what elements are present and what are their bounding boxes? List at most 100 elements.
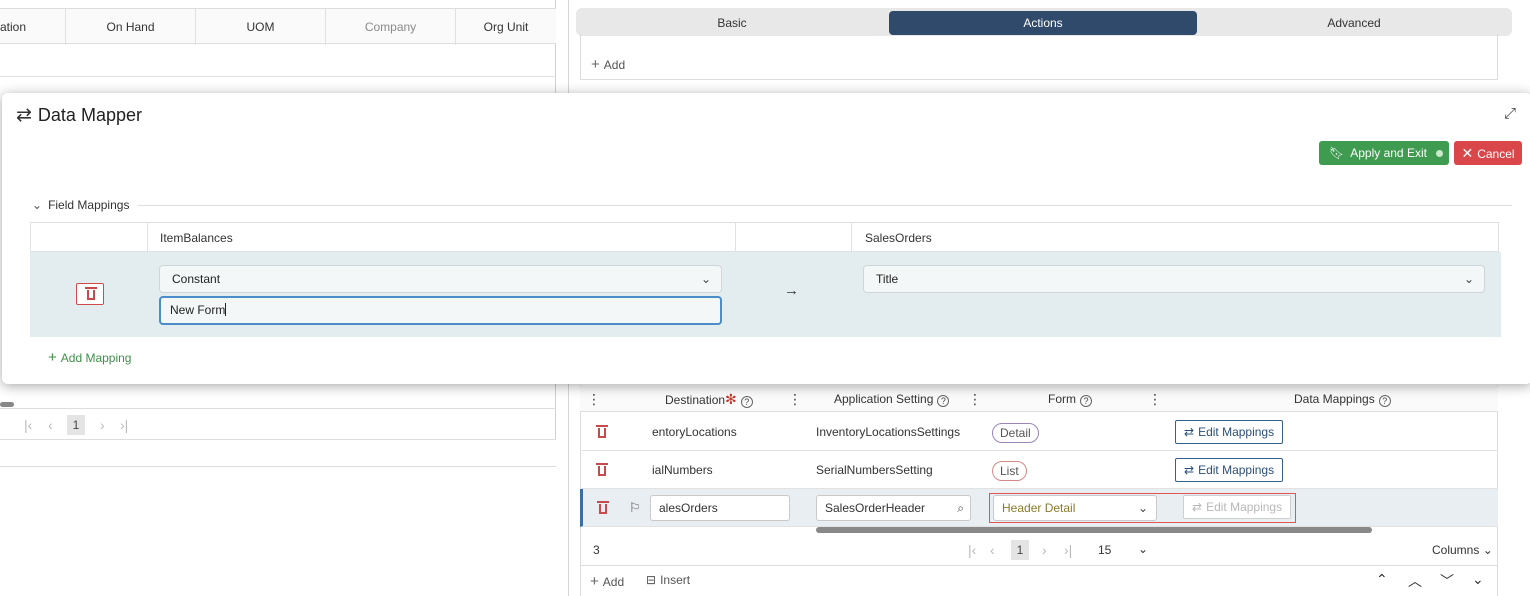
dialog-title: ⇄ Data Mapper — [16, 105, 142, 126]
column-header-on-hand[interactable]: On Hand — [66, 9, 196, 45]
bookmark-icon: 🔖︎ — [1329, 146, 1345, 160]
swap-icon: ⇄ — [1184, 425, 1195, 439]
last-page-icon[interactable]: ›| — [120, 417, 128, 433]
trash-icon[interactable] — [596, 425, 608, 439]
chevron-down-icon: ⌄ — [1137, 501, 1148, 515]
apply-and-exit-button[interactable]: 🔖︎ Apply and Exit — [1319, 141, 1449, 165]
prev-page-icon[interactable]: ‹ — [990, 542, 995, 558]
column-header-form[interactable]: Form? — [1048, 386, 1092, 412]
cancel-button[interactable]: ✕ Cancel — [1454, 141, 1522, 165]
page-size-select[interactable]: 15 — [1098, 534, 1111, 566]
edit-mappings-button-disabled[interactable]: ⇄ Edit Mappings — [1183, 495, 1292, 519]
next-page-icon[interactable]: › — [1042, 542, 1047, 558]
constant-value-input[interactable]: New Form — [159, 296, 722, 325]
add-destination-button[interactable]: + Add — [590, 573, 624, 590]
search-icon[interactable]: ⌕ — [957, 496, 964, 520]
destination-field-select[interactable]: Title ⌄ — [863, 265, 1485, 293]
row-divider — [0, 76, 556, 77]
help-icon[interactable]: ? — [740, 396, 753, 408]
horizontal-scrollbar[interactable] — [816, 527, 1372, 533]
edit-mappings-button[interactable]: ⇄ Edit Mappings — [1175, 420, 1284, 444]
destination-header: SalesOrders — [865, 231, 932, 245]
first-page-icon[interactable]: |‹ — [24, 417, 32, 433]
section-divider — [138, 205, 1512, 206]
delete-mapping-button[interactable] — [76, 283, 104, 305]
text-cursor — [225, 303, 227, 316]
add-action-button[interactable]: + Add — [591, 56, 625, 73]
source-type-select[interactable]: Constant ⌄ — [159, 265, 722, 293]
status-dot — [1436, 150, 1443, 157]
destinations-grid-header: ⋮ Destination✻? ⋮ Application Setting? ⋮… — [580, 386, 1498, 412]
insert-button[interactable]: ⊟ Insert — [646, 573, 690, 587]
chevron-down-icon[interactable]: ⌄ — [1138, 534, 1148, 566]
next-page-icon[interactable]: › — [100, 417, 105, 433]
required-icon: ✻ — [725, 391, 737, 407]
help-icon[interactable]: ? — [1378, 395, 1391, 407]
destinations-toolbar: + Add ⊟ Insert ⌃ ︿ ﹀ ⌄ — [580, 567, 1498, 596]
destination-cell: ialNumbers — [652, 463, 713, 477]
page-number[interactable]: 1 — [1011, 540, 1029, 560]
column-header-destination[interactable]: Destination✻? — [665, 386, 753, 412]
chevron-down-icon: ⌄ — [1463, 272, 1474, 286]
data-mapper-dialog: ⇄ Data Mapper ⤢ 🔖︎ Apply and Exit ✕ Cancel … — [2, 93, 1530, 384]
plus-icon: + — [48, 349, 57, 366]
left-pager: |‹ ‹ 1 › ›| — [0, 408, 556, 440]
application-setting-input[interactable]: SalesOrderHeader ⌕ — [816, 495, 971, 521]
column-menu-icon[interactable]: ⋮ — [587, 386, 601, 412]
move-bottom-icon[interactable]: ⌄ — [1472, 571, 1484, 588]
column-header-application-setting[interactable]: Application Setting? — [834, 386, 950, 412]
actions-grid: + Add — [580, 34, 1498, 80]
column-header-location[interactable]: ation — [0, 9, 66, 45]
close-icon: ✕ — [1461, 145, 1474, 161]
table-row[interactable]: entoryLocations InventoryLocationsSettin… — [580, 413, 1498, 451]
column-header-data-mappings[interactable]: Data Mappings? — [1294, 386, 1391, 412]
swap-icon: ⇄ — [1184, 463, 1195, 477]
tab-basic[interactable]: Basic — [576, 11, 888, 35]
help-icon[interactable]: ? — [1080, 395, 1092, 407]
columns-button[interactable]: Columns ⌄ — [1432, 534, 1493, 566]
arrow-right-icon: → — [784, 282, 799, 299]
mapping-table-header: ItemBalances SalesOrders — [30, 222, 1499, 253]
prev-page-icon[interactable]: ‹ — [48, 417, 53, 433]
page-number[interactable]: 1 — [67, 415, 85, 435]
column-menu-icon[interactable]: ⋮ — [968, 386, 982, 412]
mapping-row: Constant ⌄ New Form → Title ⌄ — [30, 252, 1501, 337]
help-icon[interactable]: ? — [937, 395, 950, 407]
last-page-icon[interactable]: ›| — [1064, 542, 1072, 558]
tab-bar: Basic Actions Advanced — [576, 8, 1512, 36]
form-select[interactable]: Header Detail ⌄ — [993, 495, 1157, 521]
table-row[interactable]: ialNumbers SerialNumbersSetting List ⇄ Ed… — [580, 451, 1498, 489]
destination-input[interactable]: alesOrders — [650, 495, 790, 521]
table-row-selected[interactable]: ⚐ alesOrders SalesOrderHeader ⌕ Header De… — [580, 489, 1498, 527]
tab-advanced[interactable]: Advanced — [1198, 11, 1510, 35]
swap-icon: ⇄ — [16, 105, 32, 126]
column-menu-icon[interactable]: ⋮ — [1148, 386, 1162, 412]
source-header: ItemBalances — [160, 231, 233, 245]
swap-icon: ⇄ — [1192, 500, 1203, 514]
form-badge: Detail — [992, 423, 1039, 443]
column-header-uom[interactable]: UOM — [196, 9, 326, 45]
application-setting-cell: SerialNumbersSetting — [816, 463, 933, 477]
horizontal-scrollbar[interactable] — [0, 402, 14, 407]
add-mapping-button[interactable]: + Add Mapping — [48, 349, 131, 366]
destinations-pager: 3 |‹ ‹ 1 › ›| 15 ⌄ Columns ⌄ — [580, 534, 1498, 566]
move-up-icon[interactable]: ︿ — [1408, 571, 1422, 591]
first-page-icon[interactable]: |‹ — [968, 542, 976, 558]
column-header-org-unit[interactable]: Org Unit — [456, 9, 556, 45]
column-header-company[interactable]: Company — [326, 9, 456, 45]
expand-icon[interactable]: ⤢ — [1504, 105, 1516, 122]
chevron-down-icon: ⌄ — [32, 198, 43, 212]
tab-actions[interactable]: Actions — [889, 11, 1197, 35]
field-mappings-section-toggle[interactable]: ⌄ Field Mappings — [32, 198, 129, 212]
move-down-icon[interactable]: ﹀ — [1440, 571, 1454, 591]
trash-icon[interactable] — [596, 463, 608, 477]
column-menu-icon[interactable]: ⋮ — [788, 386, 802, 412]
plus-icon: + — [590, 573, 599, 590]
edit-mappings-button[interactable]: ⇄ Edit Mappings — [1175, 458, 1284, 482]
record-count: 3 — [593, 543, 600, 557]
trash-icon[interactable] — [597, 501, 609, 515]
left-grid-header: ation On Hand UOM Company Org Unit — [0, 8, 556, 45]
move-top-icon[interactable]: ⌃ — [1376, 571, 1388, 588]
bookmark-icon[interactable]: ⚐ — [629, 489, 641, 527]
form-badge: List — [992, 461, 1027, 481]
